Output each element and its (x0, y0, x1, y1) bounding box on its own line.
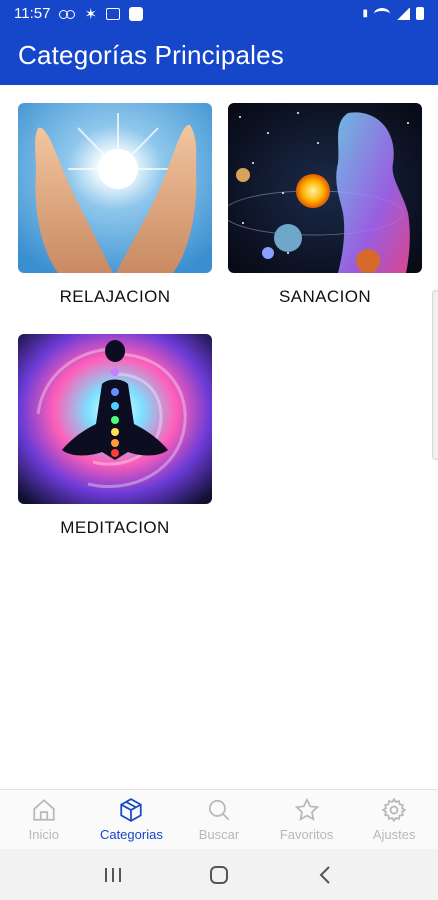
nav-label: Ajustes (372, 827, 416, 842)
lte-icon: ▮ (362, 8, 368, 19)
page-title: Categorías Principales (18, 40, 284, 70)
voicemail-icon (59, 9, 76, 19)
category-card-sanacion[interactable]: SANACION (228, 103, 422, 307)
system-navigation-bar (0, 849, 438, 900)
nav-item-favoritos[interactable]: Favoritos (263, 790, 351, 849)
nav-label: Buscar (198, 827, 240, 842)
home-icon (33, 799, 55, 821)
status-bar: 11:57 ✶ ▮ (0, 0, 438, 27)
category-label: MEDITACION (60, 518, 170, 537)
cube-icon (120, 798, 143, 822)
category-card-relajacion[interactable]: RELAJACION (18, 103, 212, 307)
nav-label: Favoritos (279, 827, 334, 842)
app-bar: Categorías Principales (0, 27, 438, 85)
hands-sun-image (18, 103, 212, 273)
nav-item-buscar[interactable]: Buscar (175, 790, 263, 849)
battery-icon (416, 7, 424, 20)
bottom-navigation: Inicio Categorias Buscar Favoritos Ajust… (0, 789, 438, 849)
category-card-meditacion[interactable]: MEDITACION (18, 334, 212, 538)
nav-label: Categorias (99, 827, 163, 842)
wifi-icon (374, 7, 390, 20)
recent-apps-button[interactable] (98, 860, 128, 890)
recent-apps-icon (105, 867, 121, 882)
category-label: RELAJACION (59, 287, 171, 306)
category-label: SANACION (279, 287, 371, 306)
star-icon (294, 797, 319, 821)
home-button[interactable] (204, 860, 234, 890)
nav-item-inicio[interactable]: Inicio (0, 790, 88, 849)
status-time: 11:57 (14, 5, 51, 22)
app-notification-icon (129, 6, 144, 21)
nav-label: Inicio (28, 827, 59, 842)
category-grid: RELAJACION SANACION MEDITACION (0, 85, 438, 789)
cosmic-woman-image (228, 103, 422, 273)
gallery-icon (106, 7, 121, 20)
nav-item-categorias[interactable]: Categorias (88, 790, 176, 849)
back-button[interactable] (310, 860, 340, 890)
meditation-chakras-image (18, 334, 212, 504)
bluetooth-icon: ✶ (84, 5, 98, 23)
back-icon (319, 865, 330, 884)
edge-panel-handle[interactable] (432, 290, 438, 460)
signal-icon (396, 7, 410, 20)
search-icon (208, 799, 230, 821)
nav-item-ajustes[interactable]: Ajustes (350, 790, 438, 849)
home-square-icon (210, 865, 228, 884)
gear-icon (381, 797, 407, 823)
